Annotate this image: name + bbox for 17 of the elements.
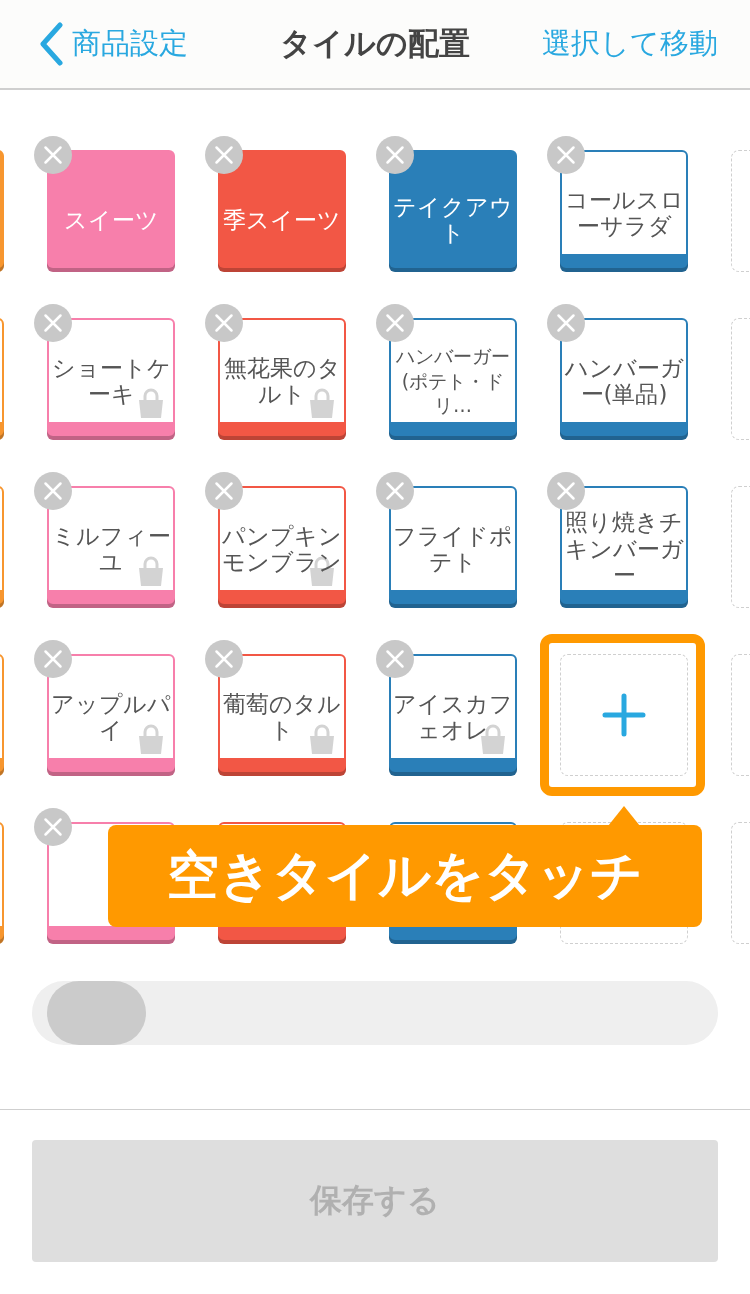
tile-label: 季スイーツ — [222, 206, 342, 234]
tile-label: パンプキンモンブラン — [221, 522, 343, 576]
tile-label: 葡萄のタルト — [222, 690, 342, 744]
tile-label: 無花果のタルト — [222, 354, 342, 408]
tile-label: ミルフィーユ — [50, 522, 172, 576]
tile-label: フライドポテト — [392, 522, 514, 576]
tile-label: 照り焼きチキンバーガー — [563, 509, 685, 589]
tile-label: スイーツ — [62, 206, 160, 234]
tile-label: ハンバーガー(ポテト・ドリ… — [395, 343, 511, 419]
tile-label: ハンバーガー(単品) — [563, 354, 685, 408]
tile-label: アイスカフェオレ — [392, 690, 514, 744]
tile-label: テイクアウト — [392, 193, 514, 247]
tile-label: ショートケーキ — [50, 354, 172, 408]
tile-label: コールスローサラダ — [563, 186, 685, 240]
screen-title: タイルの配置 — [280, 24, 470, 63]
hint-tooltip: 空きタイルをタッチ — [108, 806, 702, 927]
tile-label: アップルパイ — [50, 690, 172, 744]
